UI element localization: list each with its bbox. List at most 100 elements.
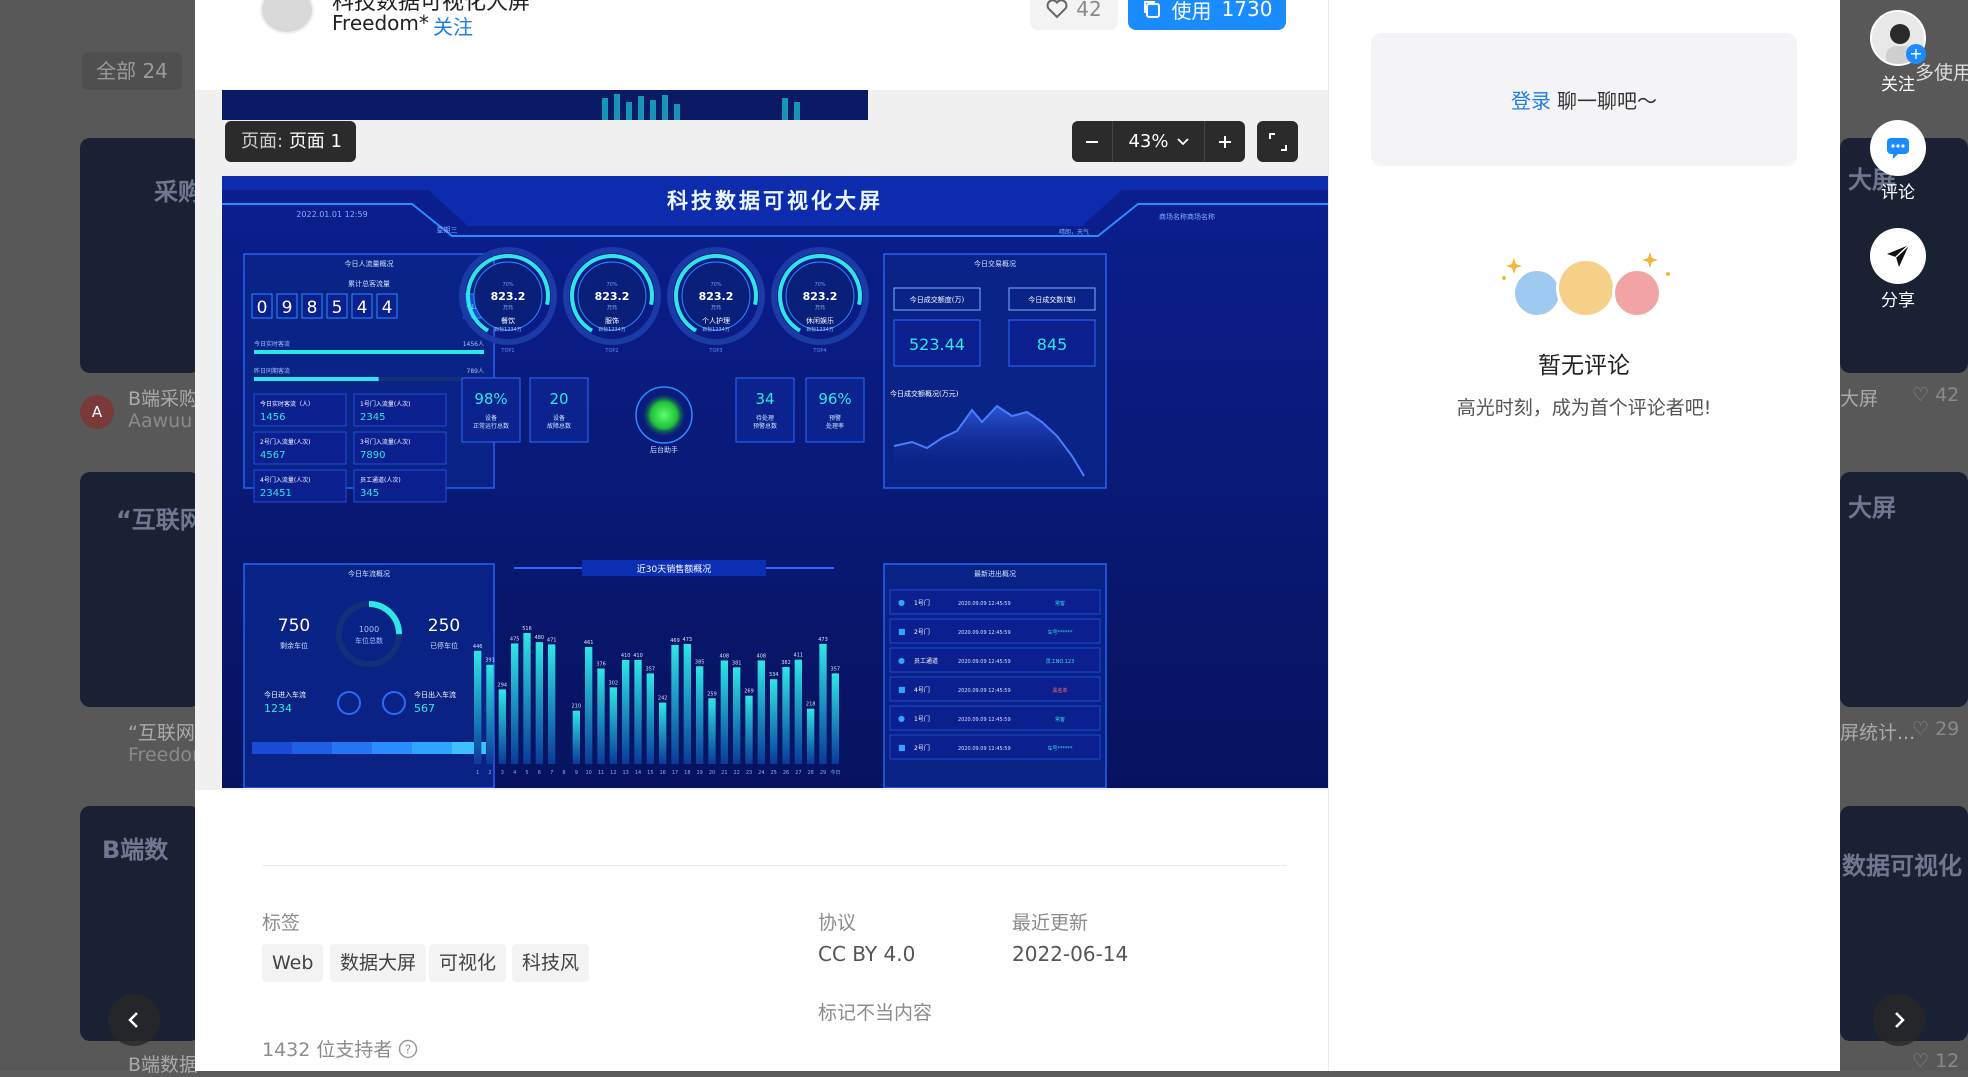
tag-visualization[interactable]: 可视化 [429,944,507,982]
stat-label: 预警 [829,414,841,422]
share-button[interactable] [1870,228,1926,284]
sales-bar [498,689,506,764]
follow-link[interactable]: 关注 [433,11,473,40]
sales-bar-label: 259 [707,691,717,697]
sales-x-label: 12 [610,770,616,776]
bg-card-title: 数据可视化 [1842,852,1962,880]
gauge-name: 休闲娱乐 [806,316,834,325]
bg-card-meta: B端数据 [128,1054,199,1076]
counter-digit: 0 [257,298,268,318]
follow-plus-icon[interactable]: + [1906,44,1926,64]
tag-data-screen[interactable]: 数据大屏 [330,944,427,982]
cars-parked-label: 已停车位 [430,641,458,650]
sales-x-label: 20 [709,770,715,776]
counter-digit: 4 [357,298,368,318]
tag-web[interactable]: Web [262,944,324,982]
people-cell-value: 1456 [260,412,285,423]
entry-icon: ● [898,598,905,607]
updated-value: 2022-06-14 [1012,942,1129,966]
sales-bar-label: 294 [498,682,508,688]
share-label[interactable]: 分享 [1850,286,1946,311]
sales-x-label: 1 [476,770,479,776]
sales-bar-label: 381 [732,660,742,666]
filter-all[interactable]: 全部 24 [82,52,182,90]
trade-count-label: 今日成交数(笔) [1028,295,1076,304]
realtime-label: 今日实时客流 [254,340,290,348]
updated-label: 最近更新 [1012,912,1089,934]
zoom-level-dropdown[interactable]: 43% [1112,121,1205,162]
entry-gate: 4号门 [914,686,930,694]
like-count: 42 [1076,0,1102,21]
sales-x-label: 15 [647,770,653,776]
trade-amount-label: 今日成交额度(万) [910,295,965,304]
supporters-count: 1432 位支持者 [262,1039,393,1061]
sales-bar [807,708,815,764]
gauge-pct: 70% [606,282,617,288]
counter-digit: 5 [332,298,343,318]
sales-x-label: 27 [795,770,801,776]
bg-card-right-2[interactable]: 大屏 [1840,472,1968,707]
sales-bar [708,698,716,764]
car-flow-title: 今日车流概况 [348,569,390,578]
sales-bar [622,659,630,764]
page-selector[interactable]: 页面: 页面 1 [225,121,356,162]
stat-label: 待处理 [756,414,774,422]
people-cell-value: 345 [360,488,379,499]
fullscreen-button[interactable] [1257,121,1298,162]
sales-x-label: 23 [746,770,752,776]
page-value: 页面 1 [288,131,342,152]
like-button[interactable]: 42 [1030,0,1118,30]
comment-button[interactable] [1870,120,1926,176]
sales-bar-label: 391 [485,658,495,664]
next-button[interactable] [1873,994,1925,1046]
sales-bar [585,646,593,764]
sales-bar [535,642,543,764]
follow-label[interactable]: 关注 [1850,70,1946,95]
sales-x-label: 5 [525,770,528,776]
tag-tech-style[interactable]: 科技风 [512,944,590,982]
cars-remaining: 750 [278,616,310,636]
sales-x-label: 7 [550,770,553,776]
page-label: 页面: [241,131,284,152]
zoom-out-button[interactable] [1072,121,1112,162]
thumb-bars [222,90,868,120]
dash-weekday: 星期三 [437,226,458,234]
report-link[interactable]: 标记不当内容 [818,998,932,1025]
entry-icon: ● [898,714,905,723]
sales-bar [474,650,482,764]
cars-total-label: 车位总数 [355,636,383,645]
info-divider [262,865,1286,866]
trade-chart-label: 今日成交额概况(万元) [890,389,959,398]
sales-x-label: 28 [807,770,813,776]
gauge-rank: TOP2 [604,348,618,354]
bg-card-1[interactable]: 采购 [80,138,200,373]
login-link[interactable]: 登录 [1511,85,1551,114]
sales-bar-label: 461 [584,640,594,646]
people-cell-value: 4567 [260,450,285,461]
license-value[interactable]: CC BY 4.0 [818,942,915,966]
cars-parked: 250 [428,616,460,636]
zoom-in-button[interactable] [1205,121,1245,162]
gauge-name: 服饰 [605,316,619,325]
use-button[interactable]: 使用 1730 [1128,0,1286,30]
people-cell-label: 2号门入流量(人次) [260,438,311,446]
bg-card-avatar: A [80,395,114,429]
gauge-sub: 目标1234万 [806,326,834,333]
prev-button[interactable] [108,994,160,1046]
people-cell-value: 23451 [260,488,292,499]
sales-bar [671,644,679,764]
help-icon[interactable]: ? [398,1039,418,1059]
comment-label[interactable]: 评论 [1850,178,1946,203]
stat-label: 故障总数 [547,422,571,430]
entry-time: 2020.09.09 12:45:59 [958,717,1011,723]
gauge-sub: 目标1234万 [494,326,522,333]
counter-digit: 9 [282,298,293,318]
entry-icon: ● [898,656,905,665]
bg-card-2[interactable]: “互联网 [80,472,200,707]
people-cell-value: 2345 [360,412,385,423]
gauge-pct: 70% [710,282,721,288]
bg-card-meta: B端采购 [128,388,199,410]
cars-in2-label: 今日出入车流 [414,690,456,699]
author-name[interactable]: Freedom* [332,11,429,35]
gauge-pct: 70% [814,282,825,288]
